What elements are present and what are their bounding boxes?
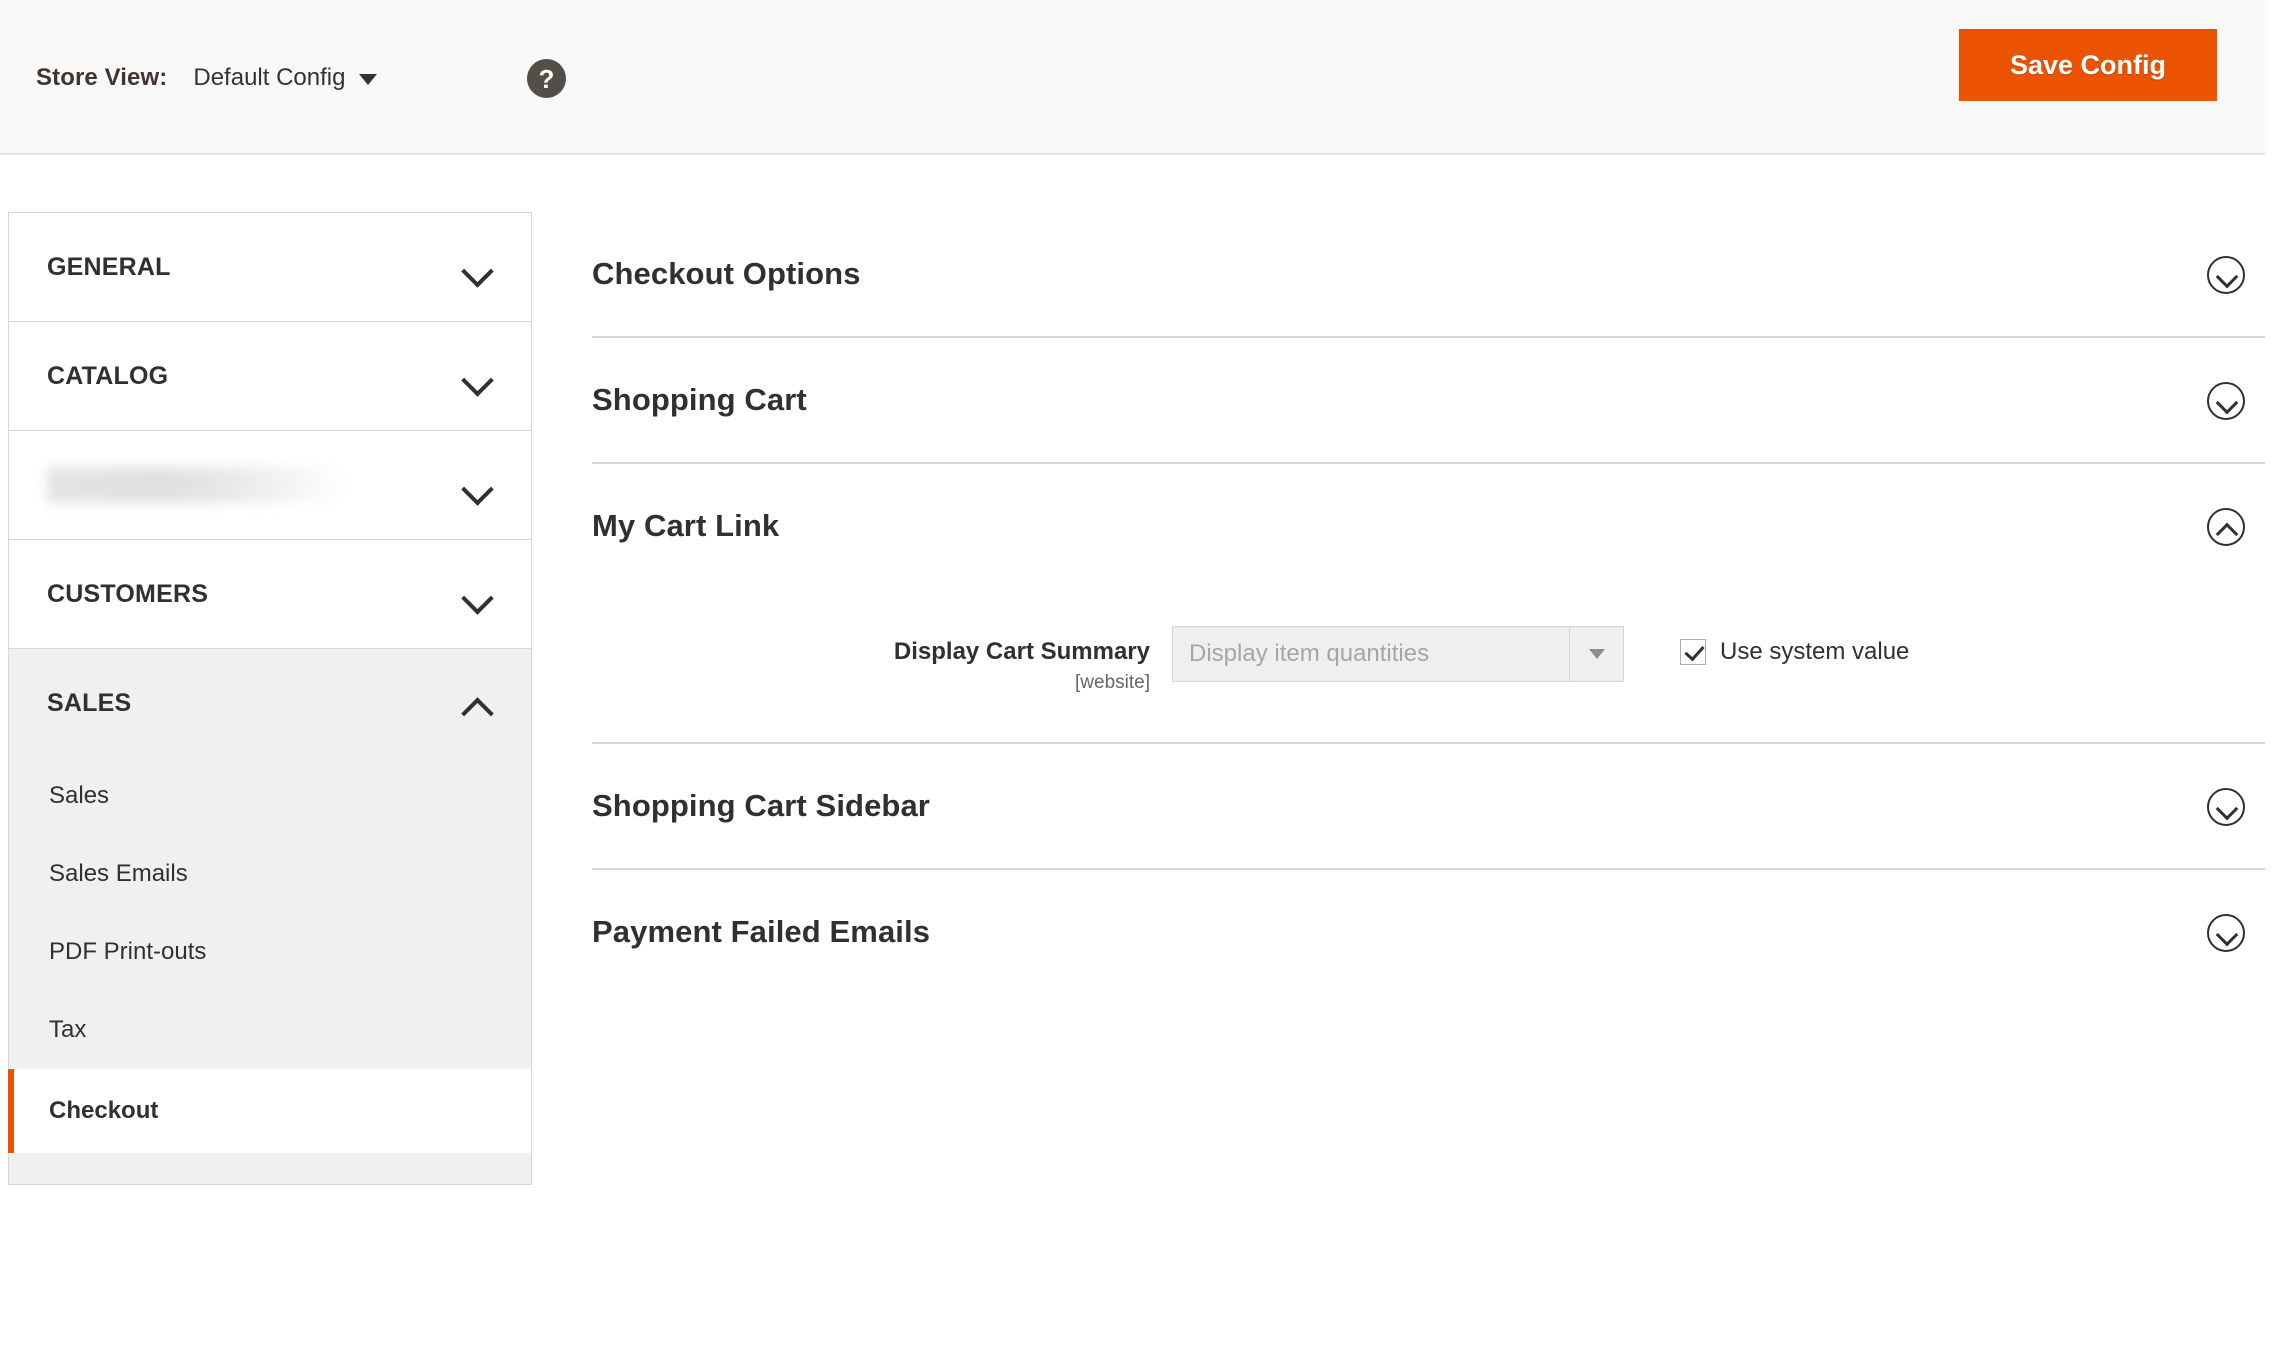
- sidebar-bottom-panel: [8, 1159, 532, 1185]
- section-title: Checkout Options: [592, 256, 861, 291]
- sidebar-section-label: GENERAL: [47, 252, 171, 281]
- sidebar-item-label: PDF Print-outs: [49, 938, 207, 965]
- sidebar-section-label-redacted: [47, 467, 347, 503]
- sidebar-section-sales[interactable]: SALES: [8, 648, 532, 757]
- store-view-dropdown[interactable]: Default Config: [193, 63, 378, 92]
- chevron-down-icon: [463, 258, 493, 276]
- section-title: Shopping Cart: [592, 382, 807, 417]
- page-header: Store View: Default Config ? Save Config: [0, 0, 2265, 155]
- store-view-value: Default Config: [193, 63, 346, 91]
- chevron-down-icon: [463, 585, 493, 603]
- section-my-cart-link: My Cart Link Display Cart Summary [websi…: [592, 464, 2265, 744]
- sidebar-item-sales[interactable]: Sales: [9, 757, 531, 835]
- chevron-down-icon[interactable]: [2207, 382, 2245, 420]
- use-system-value-checkbox[interactable]: [1680, 639, 1706, 665]
- section-header-my-cart-link[interactable]: My Cart Link: [592, 464, 2265, 588]
- section-payment-failed-emails: Payment Failed Emails: [592, 870, 2265, 994]
- section-body-my-cart-link: Display Cart Summary [website] Display i…: [592, 588, 2265, 742]
- field-label-block: Display Cart Summary [website]: [592, 626, 1172, 694]
- section-shopping-cart: Shopping Cart: [592, 338, 2265, 464]
- sidebar-item-sales-emails[interactable]: Sales Emails: [9, 835, 531, 913]
- sidebar-subitems: Sales Sales Emails PDF Print-outs Tax Ch…: [8, 757, 532, 1159]
- save-config-button[interactable]: Save Config: [1959, 29, 2217, 101]
- sidebar-section-label: CUSTOMERS: [47, 579, 209, 608]
- field-label: Display Cart Summary: [893, 638, 1150, 665]
- chevron-down-icon: [359, 74, 378, 85]
- sidebar-section-redacted[interactable]: [8, 430, 532, 539]
- chevron-up-icon: [463, 694, 493, 712]
- sidebar-section-customers[interactable]: CUSTOMERS: [8, 539, 532, 648]
- sidebar-item-label: Sales Emails: [49, 860, 188, 887]
- section-checkout-options: Checkout Options: [592, 212, 2265, 338]
- help-icon[interactable]: ?: [527, 59, 566, 98]
- section-title: Payment Failed Emails: [592, 914, 931, 949]
- config-sidebar: GENERAL CATALOG CUSTOMERS SALES Sales Sa…: [8, 212, 532, 1185]
- store-view-label: Store View:: [36, 63, 168, 91]
- chevron-down-icon: [463, 476, 493, 494]
- section-header-payment-failed-emails[interactable]: Payment Failed Emails: [592, 870, 2265, 994]
- chevron-up-icon[interactable]: [2207, 508, 2245, 546]
- use-system-value-toggle[interactable]: Use system value: [1680, 626, 1909, 666]
- use-system-value-label: Use system value: [1720, 638, 1910, 665]
- sidebar-item-checkout[interactable]: Checkout: [8, 1069, 531, 1153]
- section-shopping-cart-sidebar: Shopping Cart Sidebar: [592, 744, 2265, 870]
- sidebar-item-label: Tax: [49, 1016, 87, 1043]
- sidebar-item-tax[interactable]: Tax: [9, 991, 531, 1069]
- section-title: My Cart Link: [592, 508, 780, 543]
- chevron-down-icon: [463, 367, 493, 385]
- chevron-down-icon: [1588, 649, 1605, 659]
- section-header-shopping-cart-sidebar[interactable]: Shopping Cart Sidebar: [592, 744, 2265, 868]
- chevron-down-icon[interactable]: [2207, 914, 2245, 952]
- section-title: Shopping Cart Sidebar: [592, 788, 930, 823]
- sidebar-item-label: Sales: [49, 782, 110, 809]
- sidebar-section-label: SALES: [47, 688, 132, 717]
- sidebar-item-label: Checkout: [49, 1097, 159, 1124]
- sidebar-section-general[interactable]: GENERAL: [8, 212, 532, 321]
- store-view-switcher[interactable]: Store View: Default Config: [36, 0, 378, 155]
- select-arrow[interactable]: [1569, 627, 1623, 681]
- sidebar-section-label: CATALOG: [47, 361, 169, 390]
- sidebar-item-pdf-print-outs[interactable]: PDF Print-outs: [9, 913, 531, 991]
- field-display-cart-summary: Display Cart Summary [website] Display i…: [592, 626, 2265, 694]
- sidebar-section-catalog[interactable]: CATALOG: [8, 321, 532, 430]
- field-scope: [website]: [1075, 672, 1150, 693]
- section-header-shopping-cart[interactable]: Shopping Cart: [592, 338, 2265, 462]
- select-value: Display item quantities: [1189, 640, 1430, 667]
- display-cart-summary-select[interactable]: Display item quantities: [1172, 626, 1624, 682]
- chevron-down-icon[interactable]: [2207, 256, 2245, 294]
- chevron-down-icon[interactable]: [2207, 788, 2245, 826]
- section-header-checkout-options[interactable]: Checkout Options: [592, 212, 2265, 336]
- config-content: Checkout Options Shopping Cart My Cart L…: [592, 212, 2265, 994]
